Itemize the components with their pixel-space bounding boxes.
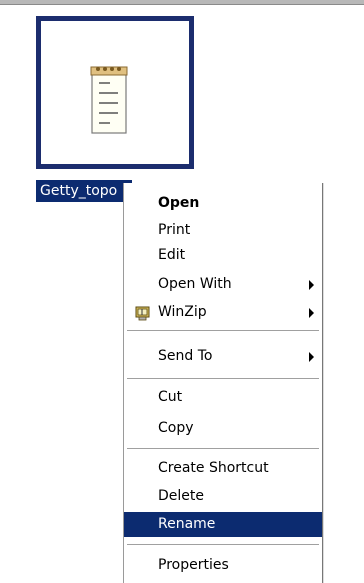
winzip-icon	[135, 306, 150, 321]
submenu-arrow-icon	[309, 352, 314, 362]
menu-item-rename[interactable]: Rename	[124, 512, 322, 537]
menu-item-label: Rename	[158, 516, 216, 532]
menu-item-open-with[interactable]: Open With	[124, 272, 322, 297]
menu-item-label: Edit	[158, 247, 186, 263]
menu-separator	[127, 330, 319, 331]
menu-item-open[interactable]: Open	[124, 191, 322, 216]
menu-item-delete[interactable]: Delete	[124, 484, 322, 509]
menu-item-winzip[interactable]: WinZip	[124, 300, 322, 325]
notepad-icon	[90, 66, 128, 134]
menu-item-label: WinZip	[158, 304, 207, 320]
menu-separator	[127, 378, 319, 379]
window-top-border	[0, 0, 364, 5]
context-menu: Open Print Edit Open With WinZip Send To…	[123, 183, 323, 583]
menu-item-send-to[interactable]: Send To	[124, 344, 322, 369]
menu-item-cut[interactable]: Cut	[124, 385, 322, 410]
menu-item-edit[interactable]: Edit	[124, 243, 322, 268]
menu-item-label: Delete	[158, 488, 204, 504]
menu-item-label: Open With	[158, 276, 232, 292]
menu-separator	[127, 448, 319, 449]
menu-item-label: Print	[158, 222, 191, 238]
submenu-arrow-icon	[309, 280, 314, 290]
submenu-arrow-icon	[309, 308, 314, 318]
menu-item-label: Send To	[158, 348, 213, 364]
menu-item-label: Cut	[158, 389, 183, 405]
menu-separator	[127, 544, 319, 545]
menu-item-print[interactable]: Print	[124, 218, 322, 243]
menu-item-label: Create Shortcut	[158, 460, 269, 476]
file-icon-tile[interactable]	[36, 16, 194, 169]
file-name-label[interactable]: Getty_topo	[36, 180, 132, 202]
menu-item-create-shortcut[interactable]: Create Shortcut	[124, 456, 322, 481]
menu-item-properties[interactable]: Properties	[124, 553, 322, 578]
menu-item-label: Open	[158, 195, 200, 211]
menu-item-copy[interactable]: Copy	[124, 416, 322, 441]
menu-item-label: Copy	[158, 420, 194, 436]
menu-item-label: Properties	[158, 557, 229, 573]
